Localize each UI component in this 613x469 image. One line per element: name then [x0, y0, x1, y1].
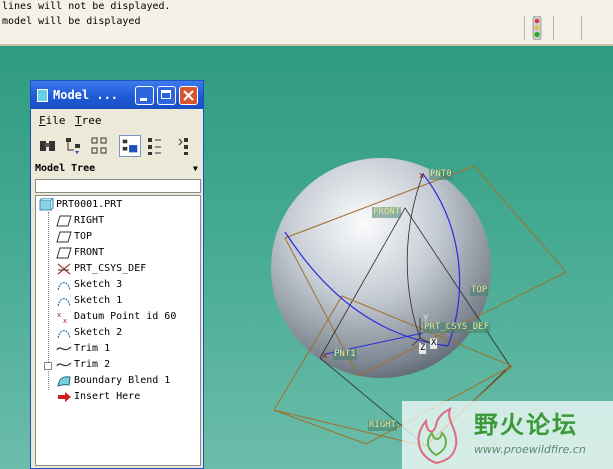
tree-item-label: Datum Point id 60: [74, 311, 177, 322]
status-separator: [524, 16, 525, 40]
svg-text:x: x: [57, 311, 61, 319]
svg-text:x: x: [63, 317, 67, 324]
window-icon: [37, 89, 48, 102]
csys-label-x: X: [430, 338, 438, 349]
menu-bar: File Tree: [31, 111, 203, 129]
datum-point-icon: x: [419, 171, 425, 181]
datum-label-front[interactable]: FRONT: [372, 207, 402, 218]
status-separator: [581, 16, 582, 40]
flame-logo-icon: [417, 407, 458, 465]
boundary-blend-icon: [57, 376, 71, 387]
maximize-button[interactable]: [157, 86, 176, 105]
sketch-icon: [57, 282, 71, 291]
tree-item-label: RIGHT: [74, 215, 105, 226]
close-icon: [183, 90, 194, 101]
insert-arrow-icon: [58, 392, 71, 402]
message-line: model will be displayed: [2, 16, 141, 27]
tree-item-root[interactable]: PRT0001.PRT: [38, 197, 198, 213]
tree-item-boundary-blend[interactable]: Boundary Blend 1: [56, 373, 196, 389]
expand-all-icon[interactable]: [145, 135, 167, 157]
expand-toggle[interactable]: [44, 362, 52, 370]
tree-item-label: TOP: [74, 231, 93, 242]
tree-item-trim-1[interactable]: Trim 1: [56, 341, 196, 357]
tree-item-datum-point[interactable]: x x Datum Point id 60: [56, 309, 196, 325]
model-tree-window: Model ... File Tree Model Tree ▼ PRT0001…: [30, 80, 204, 469]
tree-item-sketch-3[interactable]: Sketch 3: [56, 277, 196, 293]
tree-search-field[interactable]: [35, 179, 201, 193]
tree-item-insert-here[interactable]: Insert Here: [56, 389, 196, 405]
tree-item-label: Trim 2: [74, 359, 111, 370]
tree-item-label: Insert Here: [74, 391, 141, 402]
message-area: lines will not be displayed. model will …: [0, 0, 613, 46]
menu-file[interactable]: File: [39, 114, 66, 127]
tree-item-label: Trim 1: [74, 343, 111, 354]
status-separator: [553, 16, 554, 40]
tree-item-trim-2[interactable]: Trim 2: [56, 357, 196, 373]
datum-point-icon: x x: [57, 311, 67, 324]
tree-item-csys[interactable]: PRT_CSYS_DEF: [56, 261, 196, 277]
traffic-light-icon[interactable]: [532, 16, 542, 40]
message-line: lines will not be displayed.: [2, 1, 171, 12]
tree-item-label: Sketch 1: [74, 295, 123, 306]
datum-label-csys[interactable]: PRT_CSYS_DEF: [423, 322, 491, 333]
watermark-title: 野火论坛: [474, 411, 578, 439]
datum-plane-icon: [56, 247, 72, 259]
sphere-surface: [271, 158, 491, 378]
tree-item-label: Boundary Blend 1: [74, 375, 171, 386]
tree-item-label: FRONT: [74, 247, 105, 258]
part-icon: [39, 198, 54, 211]
datum-label-pnt1[interactable]: PNT1: [333, 349, 357, 360]
collapse-all-icon[interactable]: [175, 135, 197, 157]
tree-columns-icon[interactable]: [89, 135, 111, 157]
tree-item-sketch-2[interactable]: Sketch 2: [56, 325, 196, 341]
model-tree-list[interactable]: PRT0001.PRT RIGHT TOP FRONT PRT_CSYS_DEF: [35, 195, 201, 466]
tree-item-right[interactable]: RIGHT: [56, 213, 196, 229]
find-icon[interactable]: [37, 135, 59, 157]
tree-item-front[interactable]: FRONT: [56, 245, 196, 261]
show-settings-icon[interactable]: [119, 135, 141, 157]
curve-icon: [56, 346, 72, 351]
tree-filter-icon[interactable]: [63, 135, 85, 157]
sketch-icon: [57, 298, 71, 307]
menu-tree[interactable]: Tree: [75, 114, 102, 127]
tree-item-label: Sketch 2: [74, 327, 123, 338]
window-title: Model ...: [53, 88, 119, 102]
datum-edge: [273, 409, 367, 445]
datum-plane-icon: [56, 215, 72, 227]
datum-point-icon: x: [322, 351, 328, 361]
tree-item-label: PRT_CSYS_DEF: [74, 263, 147, 274]
curve-icon: [56, 362, 72, 367]
tree-item-sketch-1[interactable]: Sketch 1: [56, 293, 196, 309]
tree-item-label: PRT0001.PRT: [56, 199, 123, 210]
minimize-button[interactable]: [135, 86, 154, 105]
watermark: 野火论坛 www.proewildfire.cn: [402, 401, 613, 469]
tree-item-top[interactable]: TOP: [56, 229, 196, 245]
datum-plane-icon: [56, 231, 72, 243]
toolbar: [31, 131, 203, 163]
chevron-down-icon[interactable]: ▼: [193, 164, 198, 173]
sketch-icon: [57, 330, 71, 339]
datum-label-top[interactable]: TOP: [470, 285, 489, 296]
csys-icon: [57, 263, 71, 275]
window-titlebar[interactable]: Model ...: [31, 81, 203, 109]
csys-label-z: Z: [419, 343, 427, 354]
datum-label-right[interactable]: RIGHT: [368, 420, 398, 431]
close-button[interactable]: [179, 86, 198, 105]
model-tree-label: Model Tree: [35, 163, 96, 174]
csys-label-y: Y: [423, 314, 429, 324]
tree-item-label: Sketch 3: [74, 279, 123, 290]
watermark-url: www.proewildfire.cn: [474, 443, 586, 456]
datum-label-pnt0[interactable]: PNT0: [429, 169, 453, 180]
